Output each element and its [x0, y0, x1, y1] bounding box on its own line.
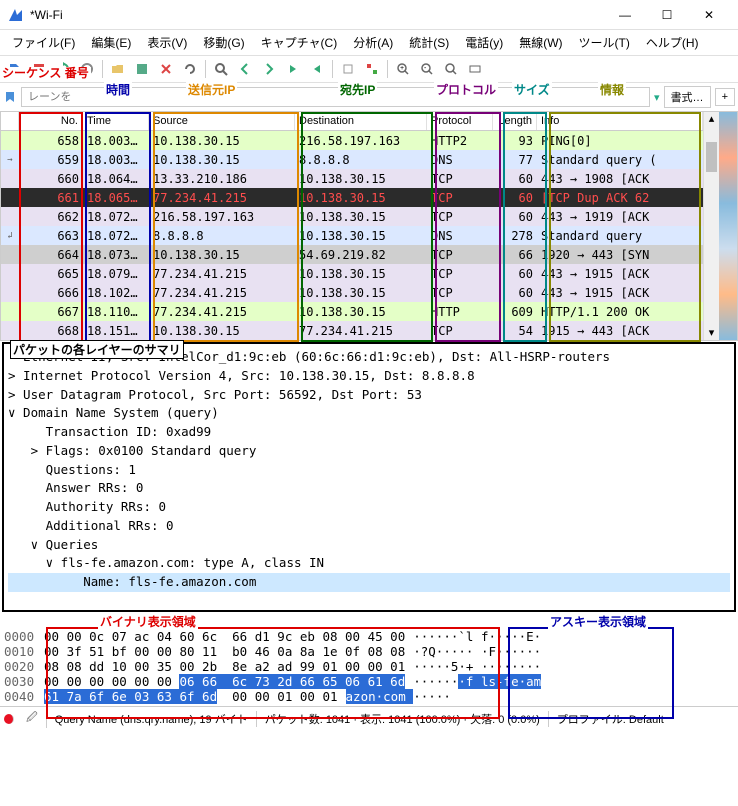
packet-row[interactable]: 66418.073…10.138.30.1554.69.219.82TCP661…: [1, 245, 703, 264]
window-title: *Wi-Fi: [30, 8, 604, 22]
packet-row[interactable]: 65818.003…10.138.30.15216.58.197.163HTTP…: [1, 131, 703, 150]
toolbar-save-icon[interactable]: [131, 58, 153, 80]
hex-row[interactable]: 002008 08 dd 10 00 35 00 2b 8e a2 ad 99 …: [4, 659, 734, 674]
packet-list-scrollbar[interactable]: ▴ ▾: [703, 112, 719, 340]
hex-row[interactable]: 003000 00 00 00 00 00 06 66 6c 73 2d 66 …: [4, 674, 734, 689]
titlebar: *Wi-Fi — ☐ ✕: [0, 0, 738, 30]
detail-line[interactable]: > Flags: 0x0100 Standard query: [8, 442, 730, 461]
minimap[interactable]: [719, 112, 737, 340]
packet-row[interactable]: 66818.151…10.138.30.1577.234.41.215TCP54…: [1, 321, 703, 340]
bookmark-icon[interactable]: [3, 90, 17, 104]
detail-line[interactable]: > Internet Protocol Version 4, Src: 10.1…: [8, 367, 730, 386]
packet-row[interactable]: 66218.072…216.58.197.16310.138.30.15TCP6…: [1, 207, 703, 226]
packet-row[interactable]: →65918.003…10.138.30.158.8.8.8DNS77Stand…: [1, 150, 703, 169]
col-source[interactable]: Source: [149, 112, 295, 130]
toolbar-close-icon[interactable]: [155, 58, 177, 80]
filter-dropdown-icon[interactable]: ▾: [654, 91, 660, 104]
toolbar-back-icon[interactable]: [234, 58, 256, 80]
maximize-button[interactable]: ☐: [646, 1, 688, 29]
menu-go[interactable]: 移動(G): [197, 32, 250, 53]
col-destination[interactable]: Destination: [295, 112, 427, 130]
menu-help[interactable]: ヘルプ(H): [640, 32, 705, 53]
toolbar-colorize-icon[interactable]: [361, 58, 383, 80]
packet-row[interactable]: ↲66318.072…8.8.8.810.138.30.15DNS278Stan…: [1, 226, 703, 245]
toolbar-start-icon[interactable]: [4, 58, 26, 80]
menu-telephony[interactable]: 電話(y): [459, 32, 509, 53]
packet-bytes[interactable]: 000000 00 0c 07 ac 04 60 6c 66 d1 9c eb …: [0, 627, 738, 706]
menu-analyze[interactable]: 分析(A): [347, 32, 399, 53]
detail-line[interactable]: Answer RRs: 0: [8, 479, 730, 498]
col-info[interactable]: Info: [537, 112, 703, 130]
statusbar: 🖉 Query Name (dns.qry.name), 19 バイト パケット…: [0, 706, 738, 730]
detail-line[interactable]: ∨ Queries: [8, 536, 730, 555]
detail-line[interactable]: Additional RRs: 0: [8, 517, 730, 536]
toolbar-zoomout-icon[interactable]: -: [416, 58, 438, 80]
status-profile[interactable]: プロファイル: Default: [557, 711, 672, 727]
menu-file[interactable]: ファイル(F): [6, 32, 81, 53]
detail-line[interactable]: > User Datagram Protocol, Src Port: 5659…: [8, 386, 730, 405]
filter-bar: シーケンス 番号 時間 送信元IP 宛先IP プロトコル サイズ 情報 ▾ 書式…: [0, 83, 738, 111]
hex-row[interactable]: 004061 7a 6f 6e 03 63 6f 6d 00 00 01 00 …: [4, 689, 734, 704]
toolbar-resize-icon[interactable]: [464, 58, 486, 80]
add-filter-button[interactable]: +: [715, 88, 735, 106]
packet-details[interactable]: Ethernet II, Src: IntelCor_d1:9c:eb (60:…: [2, 342, 736, 612]
menu-capture[interactable]: キャプチャ(C): [255, 32, 344, 53]
menu-view[interactable]: 表示(V): [141, 32, 193, 53]
packet-list: No. Time Source Destination Protocol Len…: [0, 111, 738, 341]
col-protocol[interactable]: Protocol: [427, 112, 493, 130]
col-length[interactable]: Length: [493, 112, 537, 130]
expression-button[interactable]: 書式…: [664, 86, 711, 108]
toolbar-options-icon[interactable]: [76, 58, 98, 80]
packet-row[interactable]: 66018.064…13.33.210.18610.138.30.15TCP60…: [1, 169, 703, 188]
toolbar-fwd-icon[interactable]: [258, 58, 280, 80]
col-no[interactable]: No.: [19, 112, 83, 130]
svg-text:-: -: [424, 65, 427, 72]
display-filter-input[interactable]: [21, 87, 650, 107]
hex-row[interactable]: 001000 3f 51 bf 00 00 80 11 b0 46 0a 8a …: [4, 644, 734, 659]
svg-text:+: +: [400, 65, 404, 72]
toolbar-find-icon[interactable]: [210, 58, 232, 80]
packet-list-header: No. Time Source Destination Protocol Len…: [1, 112, 703, 131]
hex-row[interactable]: 000000 00 0c 07 ac 04 60 6c 66 d1 9c eb …: [4, 629, 734, 644]
menubar: ファイル(F) 編集(E) 表示(V) 移動(G) キャプチャ(C) 分析(A)…: [0, 30, 738, 55]
detail-line[interactable]: Authority RRs: 0: [8, 498, 730, 517]
packet-row[interactable]: 66618.102…77.234.41.21510.138.30.15TCP60…: [1, 283, 703, 302]
menu-wireless[interactable]: 無線(W): [513, 32, 568, 53]
expert-info-icon[interactable]: [4, 714, 14, 724]
toolbar-open-icon[interactable]: [107, 58, 129, 80]
toolbar-stop-icon[interactable]: [28, 58, 50, 80]
detail-line-selected[interactable]: Name: fls-fe.amazon.com: [8, 573, 730, 592]
toolbar-last-icon[interactable]: [306, 58, 328, 80]
toolbar-zoom100-icon[interactable]: [440, 58, 462, 80]
capture-stop-icon[interactable]: 🖉: [26, 709, 47, 728]
minimize-button[interactable]: —: [604, 1, 646, 29]
menu-edit[interactable]: 編集(E): [85, 32, 137, 53]
toolbar-jump-icon[interactable]: [282, 58, 304, 80]
toolbar: + -: [0, 55, 738, 83]
toolbar-reload-icon[interactable]: [179, 58, 201, 80]
status-packets: パケット数: 1041 · 表示: 1041 (100.0%) · 欠落: 0 …: [265, 711, 549, 727]
detail-line[interactable]: Transaction ID: 0xad99: [8, 423, 730, 442]
detail-line[interactable]: Questions: 1: [8, 461, 730, 480]
toolbar-autoscroll-icon[interactable]: [337, 58, 359, 80]
packet-list-body[interactable]: 65818.003…10.138.30.15216.58.197.163HTTP…: [1, 131, 703, 340]
detail-line[interactable]: Ethernet II, Src: IntelCor_d1:9c:eb (60:…: [8, 348, 730, 367]
detail-line[interactable]: ∨ Domain Name System (query): [8, 404, 730, 423]
menu-stats[interactable]: 統計(S): [403, 32, 455, 53]
col-time[interactable]: Time: [83, 112, 149, 130]
packet-row[interactable]: 66118.065…77.234.41.21510.138.30.15TCP60…: [1, 188, 703, 207]
app-icon: [8, 7, 24, 23]
toolbar-zoomin-icon[interactable]: +: [392, 58, 414, 80]
packet-row[interactable]: 66718.110…77.234.41.21510.138.30.15HTTP6…: [1, 302, 703, 321]
status-field: Query Name (dns.qry.name), 19 バイト: [55, 711, 257, 727]
menu-tools[interactable]: ツール(T): [573, 32, 636, 53]
detail-line[interactable]: ∨ fls-fe.amazon.com: type A, class IN: [8, 554, 730, 573]
close-button[interactable]: ✕: [688, 1, 730, 29]
packet-row[interactable]: 66518.079…77.234.41.21510.138.30.15TCP60…: [1, 264, 703, 283]
toolbar-restart-icon[interactable]: [52, 58, 74, 80]
